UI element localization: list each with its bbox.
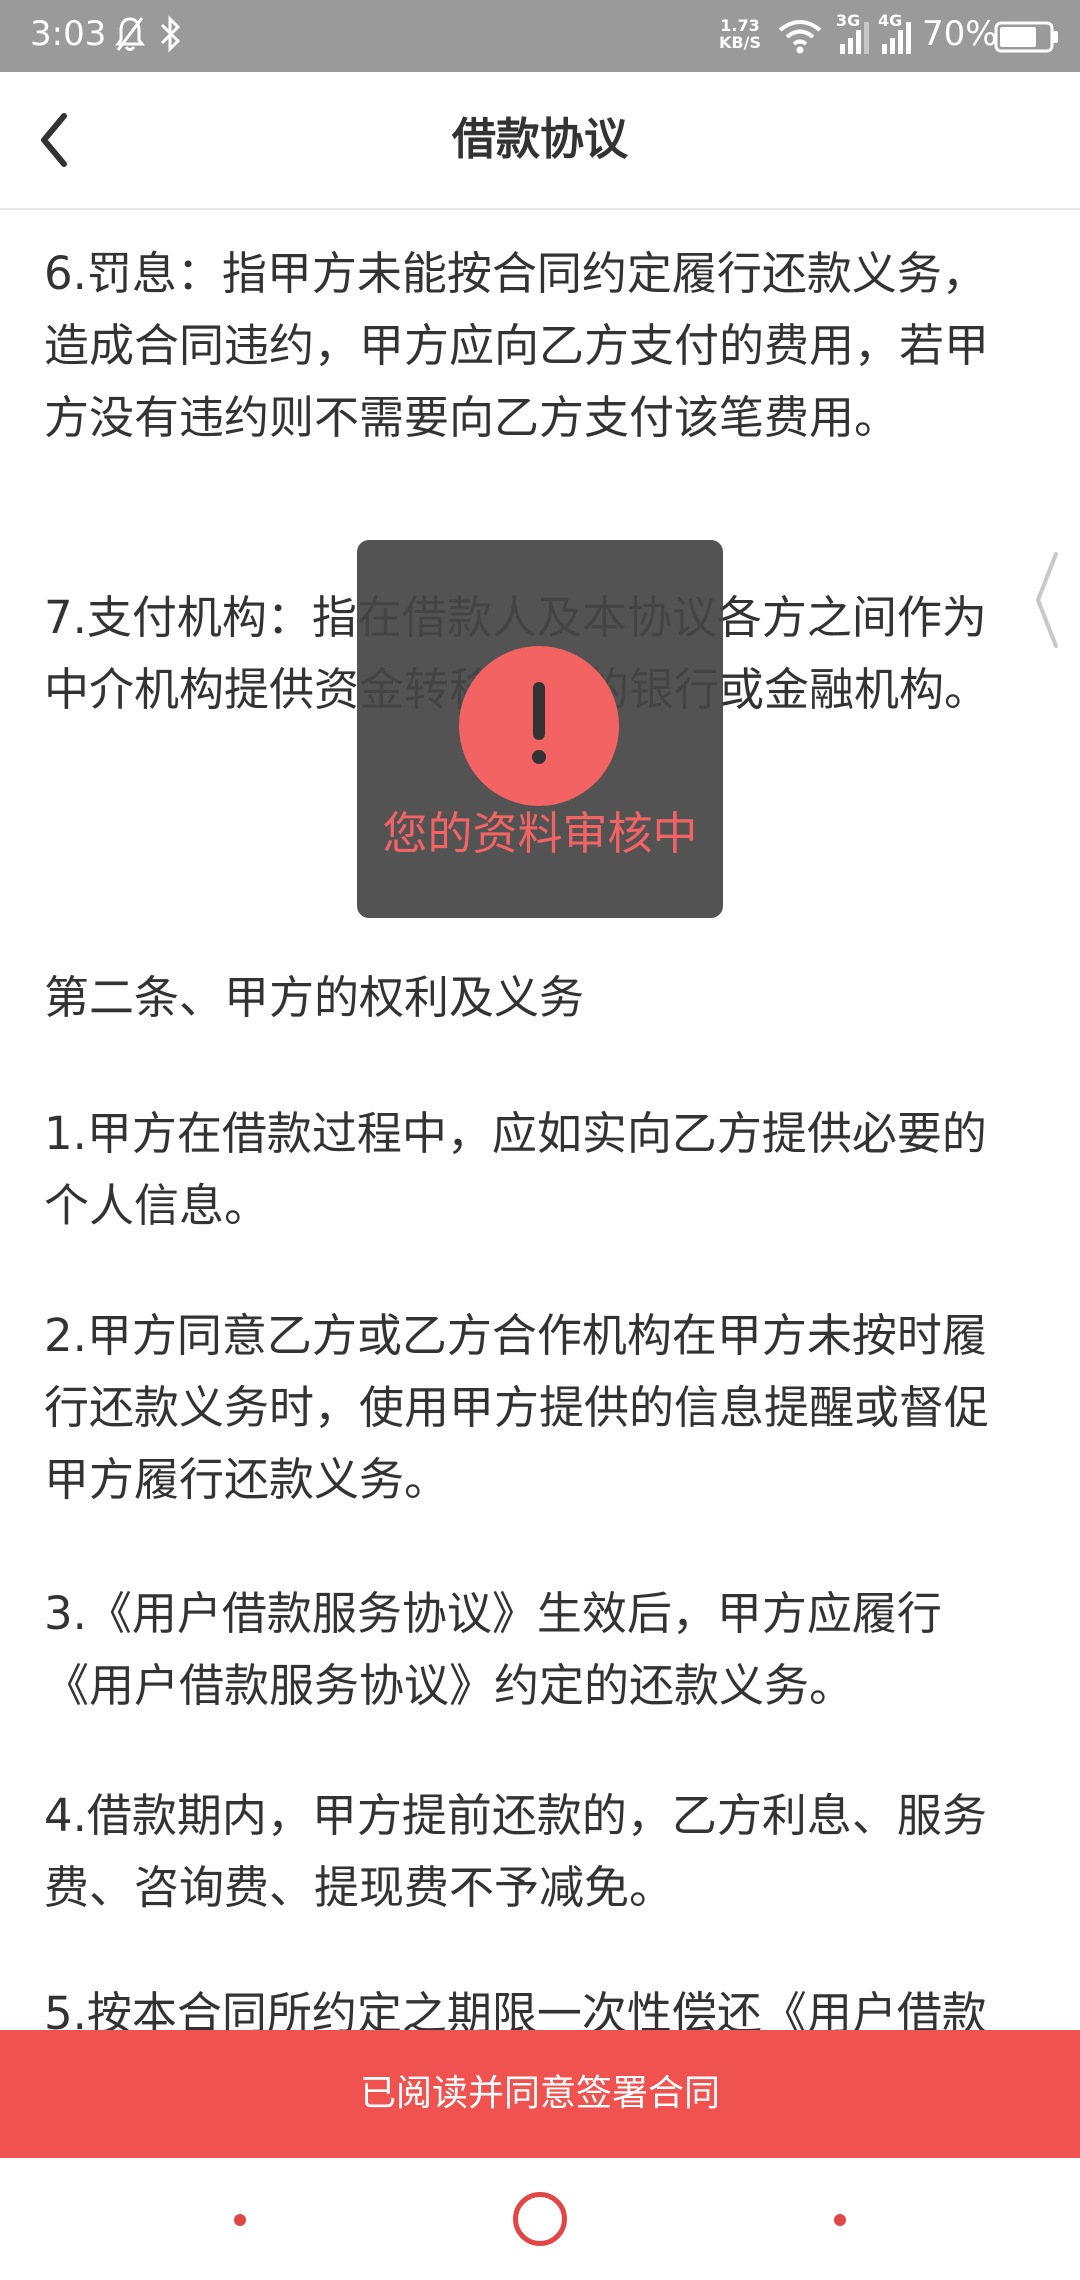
toast-message: 您的资料审核中 xyxy=(382,807,698,860)
nav-home-button[interactable] xyxy=(513,2192,567,2246)
agreement-paragraph: 4.借款期内，甲方提前还款的，乙方利息、服务费、咨询费、提现费不予减免。 xyxy=(44,1789,987,1914)
edge-swipe-handle-icon[interactable] xyxy=(1032,550,1060,650)
agreement-content[interactable]: 6.罚息：指甲方未能按合同约定履行还款义务，造成合同违约，甲方应向乙方支付的费用… xyxy=(0,210,1080,2030)
mute-icon xyxy=(115,17,145,51)
agree-sign-button[interactable]: 已阅读并同意签署合同 xyxy=(0,2030,1080,2158)
status-bar: 3:03 1.73 KB/S 3G 4G 70% xyxy=(0,0,1080,72)
bluetooth-icon xyxy=(160,15,181,53)
nav-recents-button[interactable] xyxy=(834,2214,846,2226)
signal-icon xyxy=(882,22,911,54)
signal-icon xyxy=(840,22,869,54)
review-toast: 您的资料审核中 xyxy=(357,540,723,918)
net-speed: 1.73 KB/S xyxy=(714,17,766,51)
net-speed-value: 1.73 xyxy=(720,16,760,35)
agreement-paragraph: 6.罚息：指甲方未能按合同约定履行还款义务，造成合同违约，甲方应向乙方支付的费用… xyxy=(44,247,990,444)
exclamation-dot xyxy=(532,750,546,764)
wifi-icon xyxy=(778,20,822,54)
section-heading: 第二条、甲方的权利及义务 xyxy=(44,971,585,1024)
battery-percent: 70% xyxy=(922,14,998,54)
net-speed-unit: KB/S xyxy=(719,33,761,52)
nav-back-button[interactable] xyxy=(234,2214,246,2226)
agreement-paragraph: 5.按本合同所约定之期限一次性偿还《用户借款服务协议》 xyxy=(44,1987,987,2030)
battery-icon xyxy=(994,21,1058,53)
agreement-paragraph: 2.甲方同意乙方或乙方合作机构在甲方未按时履行还款义务时，使用甲方提供的信息提醒… xyxy=(44,1309,990,1506)
page-title: 借款协议 xyxy=(452,114,628,165)
agreement-paragraph: 1.甲方在借款过程中，应如实向乙方提供必要的个人信息。 xyxy=(44,1107,987,1232)
navigation-bar xyxy=(0,2158,1080,2280)
exclamation-icon xyxy=(459,646,619,806)
app-header: 借款协议 xyxy=(0,72,1080,210)
status-time: 3:03 xyxy=(30,14,107,54)
exclamation-bar xyxy=(533,682,545,740)
agreement-paragraph: 3.《用户借款服务协议》生效后，甲方应履行《用户借款服务协议》约定的还款义务。 xyxy=(44,1587,942,1712)
